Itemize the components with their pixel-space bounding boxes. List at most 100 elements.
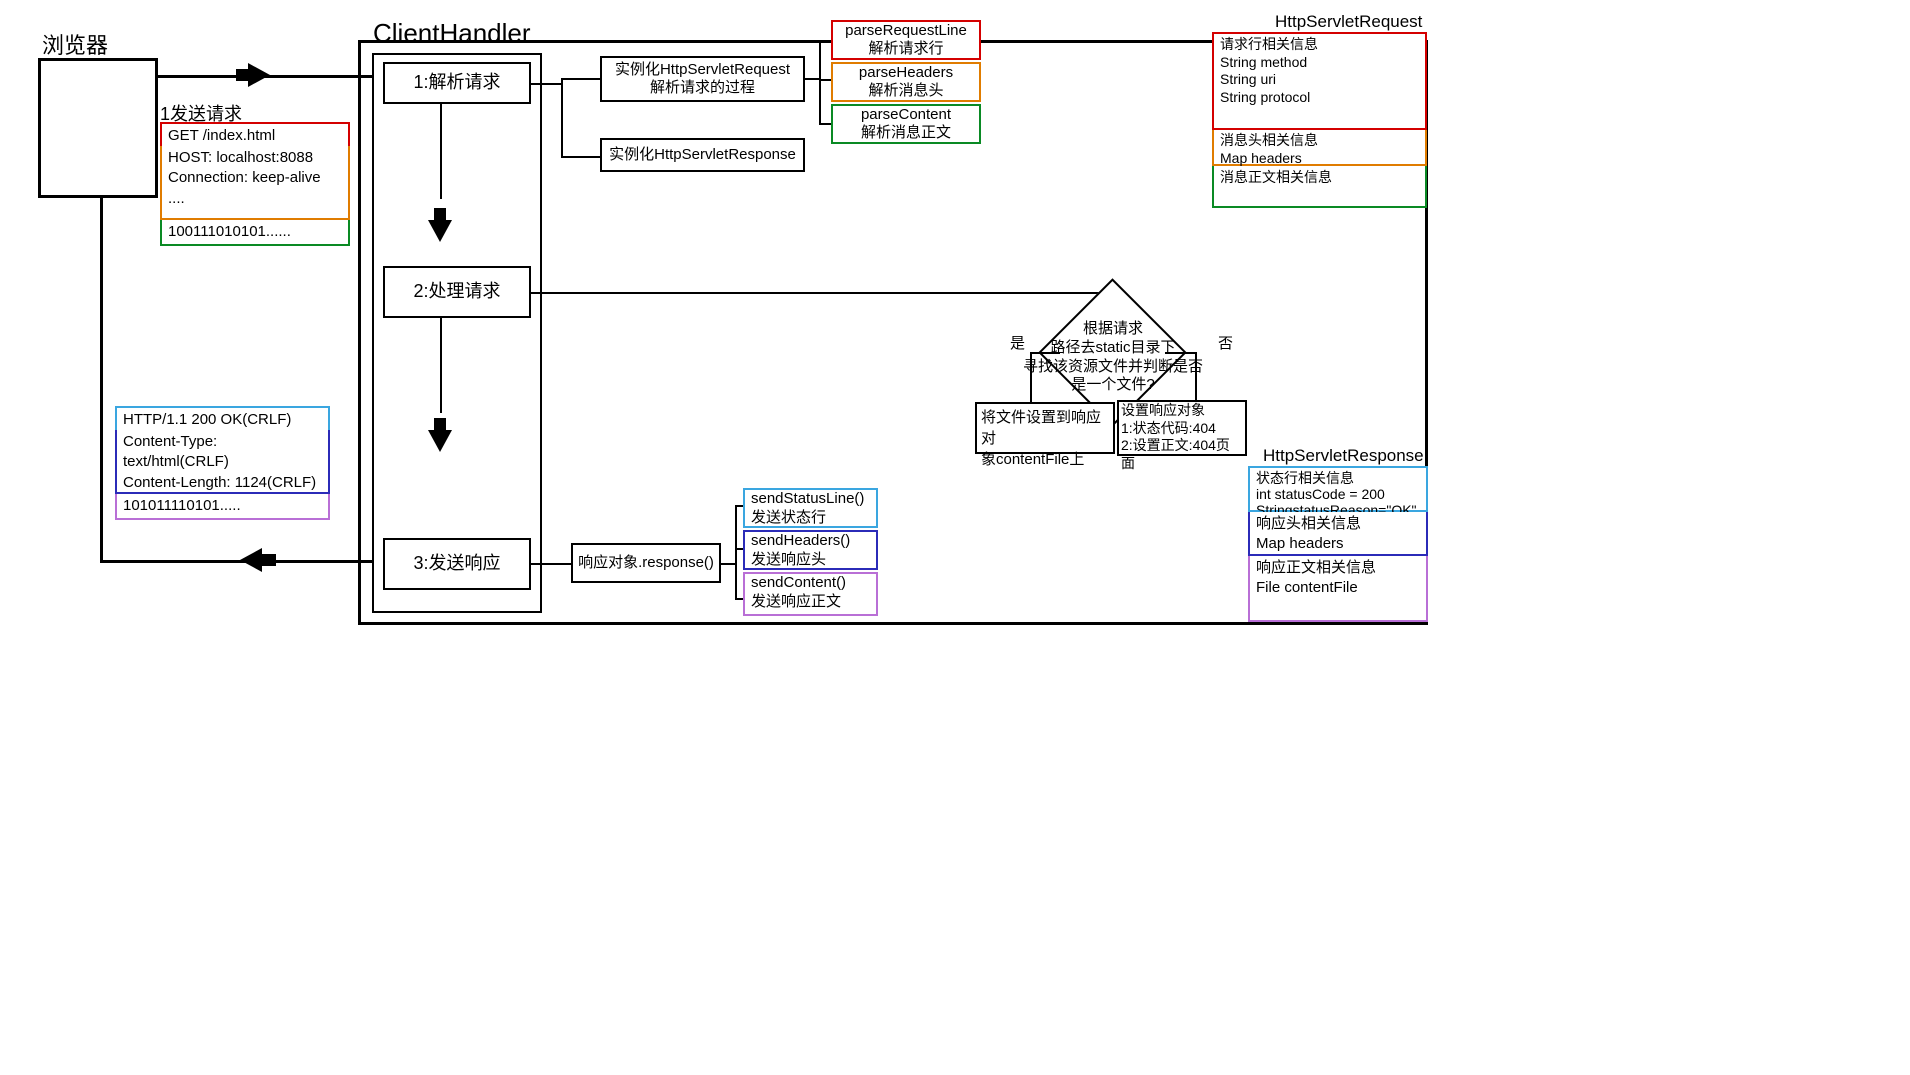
browser-title: 浏览器: [42, 28, 108, 60]
send-headers-l2: 发送响应头: [751, 551, 870, 570]
req-sec1-l4: String protocol: [1220, 89, 1419, 107]
browser-box: [38, 58, 158, 198]
line-yes-h: [1030, 352, 1060, 354]
req-sec1-l3: String uri: [1220, 71, 1419, 89]
yes-box-l2: 象contentFile上: [981, 448, 1109, 469]
branch-step1-v: [561, 78, 563, 158]
http-request-sec3: 消息正文相关信息: [1212, 166, 1427, 208]
send-headers-l1: sendHeaders(): [751, 532, 870, 551]
req-sec3-l1: 消息正文相关信息: [1220, 168, 1419, 187]
no-box-l3: 2:设置正文:404页面: [1121, 437, 1243, 472]
request-header-3: ....: [168, 189, 342, 209]
request-header-1: HOST: localhost:8088: [168, 148, 342, 168]
line-step3-right: [531, 563, 571, 565]
inst-response-box: 实例化HttpServletResponse: [600, 138, 805, 172]
branch-send-v: [735, 505, 737, 600]
request-header-2: Connection: keep-alive: [168, 168, 342, 188]
line-yes-v: [1030, 352, 1032, 402]
http-response-sec3: 响应正文相关信息 File contentFile: [1248, 556, 1428, 622]
response-call-text: 响应对象.response(): [578, 554, 714, 572]
http-response-sec1: 状态行相关信息 int statusCode = 200 Stringstatu…: [1248, 466, 1428, 512]
branch-step1-top: [561, 78, 601, 80]
branch-parse-v: [819, 40, 821, 125]
parse-requestline-l1: parseRequestLine: [845, 22, 967, 40]
branch-send-t3: [735, 598, 743, 600]
branch-parse-t3: [819, 123, 831, 125]
parse-headers-box: parseHeaders 解析消息头: [831, 62, 981, 102]
res-sec1-l2: int statusCode = 200: [1256, 486, 1420, 502]
response-body-text: 101011110101.....: [123, 497, 241, 514]
step-1-label: 1:解析请求: [413, 72, 500, 94]
send-content-box: sendContent() 发送响应正文: [743, 572, 878, 616]
no-box-l2: 1:状态代码:404: [1121, 420, 1243, 438]
res-sec3-l2: File contentFile: [1256, 578, 1420, 598]
branch-send: [721, 563, 735, 565]
request-body-box: 100111010101......: [160, 220, 350, 246]
send-status-l1: sendStatusLine(): [751, 490, 870, 509]
http-request-sec2: 消息头相关信息 Map headers: [1212, 130, 1427, 166]
http-request-title: HttpServletRequest: [1275, 12, 1422, 32]
parse-headers-l2: 解析消息头: [859, 82, 953, 100]
line-response-v: [100, 198, 103, 562]
response-h1: Content-Type: text/html(CRLF): [123, 432, 322, 473]
diagram-stage: 浏览器 ClientHandler 1:解析请求 2:处理请求 3:发送响应 1…: [0, 0, 1910, 1075]
send-status-box: sendStatusLine() 发送状态行: [743, 488, 878, 528]
clienthandler-title: ClientHandler: [373, 18, 531, 49]
http-request-sec1: 请求行相关信息 String method String uri String …: [1212, 32, 1427, 130]
branch-step1: [531, 83, 561, 85]
request-body-text: 100111010101......: [168, 223, 291, 240]
http-response-sec2: 响应头相关信息 Map headers: [1248, 512, 1428, 556]
arrow-request-icon: [248, 63, 270, 87]
line-response: [100, 560, 372, 563]
send-status-l2: 发送状态行: [751, 509, 870, 528]
send-content-l1: sendContent(): [751, 574, 870, 593]
parse-headers-l1: parseHeaders: [859, 64, 953, 82]
response-body-box: 101011110101.....: [115, 494, 330, 520]
parse-content-box: parseContent 解析消息正文: [831, 104, 981, 144]
step-2-box: 2:处理请求: [383, 266, 531, 318]
inst-response-text: 实例化HttpServletResponse: [609, 146, 796, 164]
decision-yes-label: 是: [1010, 332, 1025, 353]
connector-s2-s3-line: [440, 318, 442, 413]
branch-step1-bot: [561, 156, 601, 158]
res-sec2-l2: Map headers: [1256, 534, 1420, 554]
response-h2: Content-Length: 1124(CRLF): [123, 473, 322, 493]
parse-requestline-l2: 解析请求行: [845, 40, 967, 58]
res-sec2-l1: 响应头相关信息: [1256, 514, 1420, 534]
line-step2-right: [531, 292, 1111, 294]
decision-no-box: 设置响应对象 1:状态代码:404 2:设置正文:404页面: [1117, 400, 1247, 456]
response-call-box: 响应对象.response(): [571, 543, 721, 583]
req-sec2-l2: Map headers: [1220, 150, 1419, 168]
step-3-box: 3:发送响应: [383, 538, 531, 590]
inst-request-box: 实例化HttpServletRequest 解析请求的过程: [600, 56, 805, 102]
res-sec1-l1: 状态行相关信息: [1256, 470, 1420, 486]
line-no-h: [1165, 352, 1195, 354]
send-headers-box: sendHeaders() 发送响应头: [743, 530, 878, 570]
yes-box-l1: 将文件设置到响应对: [981, 406, 1109, 448]
inst-request-l2: 解析请求的过程: [615, 79, 790, 97]
response-headers-box: Content-Type: text/html(CRLF) Content-Le…: [115, 430, 330, 494]
arrow-response-icon: [240, 548, 262, 572]
request-headers-box: HOST: localhost:8088 Connection: keep-al…: [160, 146, 350, 220]
send-content-l2: 发送响应正文: [751, 593, 870, 612]
decision-no-label: 否: [1218, 332, 1233, 353]
arrow-down-s2-s3: [428, 430, 452, 452]
res-sec3-l1: 响应正文相关信息: [1256, 558, 1420, 578]
branch-send-t1: [735, 505, 743, 507]
step-1-box: 1:解析请求: [383, 62, 531, 104]
branch-send-t2: [735, 548, 743, 550]
line-no-v: [1195, 352, 1197, 402]
branch-parse-t1: [819, 40, 831, 42]
step-2-label: 2:处理请求: [413, 281, 500, 303]
branch-parse-t2: [819, 79, 831, 81]
req-sec2-l1: 消息头相关信息: [1220, 132, 1419, 150]
req-sec1-l1: 请求行相关信息: [1220, 36, 1419, 54]
step-column: [372, 53, 542, 613]
decision-yes-box: 将文件设置到响应对 象contentFile上: [975, 402, 1115, 454]
inst-request-l1: 实例化HttpServletRequest: [615, 61, 790, 79]
http-response-title: HttpServletResponse: [1263, 446, 1424, 466]
response-status-text: HTTP/1.1 200 OK(CRLF): [123, 411, 291, 428]
connector-s1-s2-line: [440, 104, 442, 199]
step-3-label: 3:发送响应: [413, 553, 500, 575]
arrow-down-s1-s2: [428, 220, 452, 242]
